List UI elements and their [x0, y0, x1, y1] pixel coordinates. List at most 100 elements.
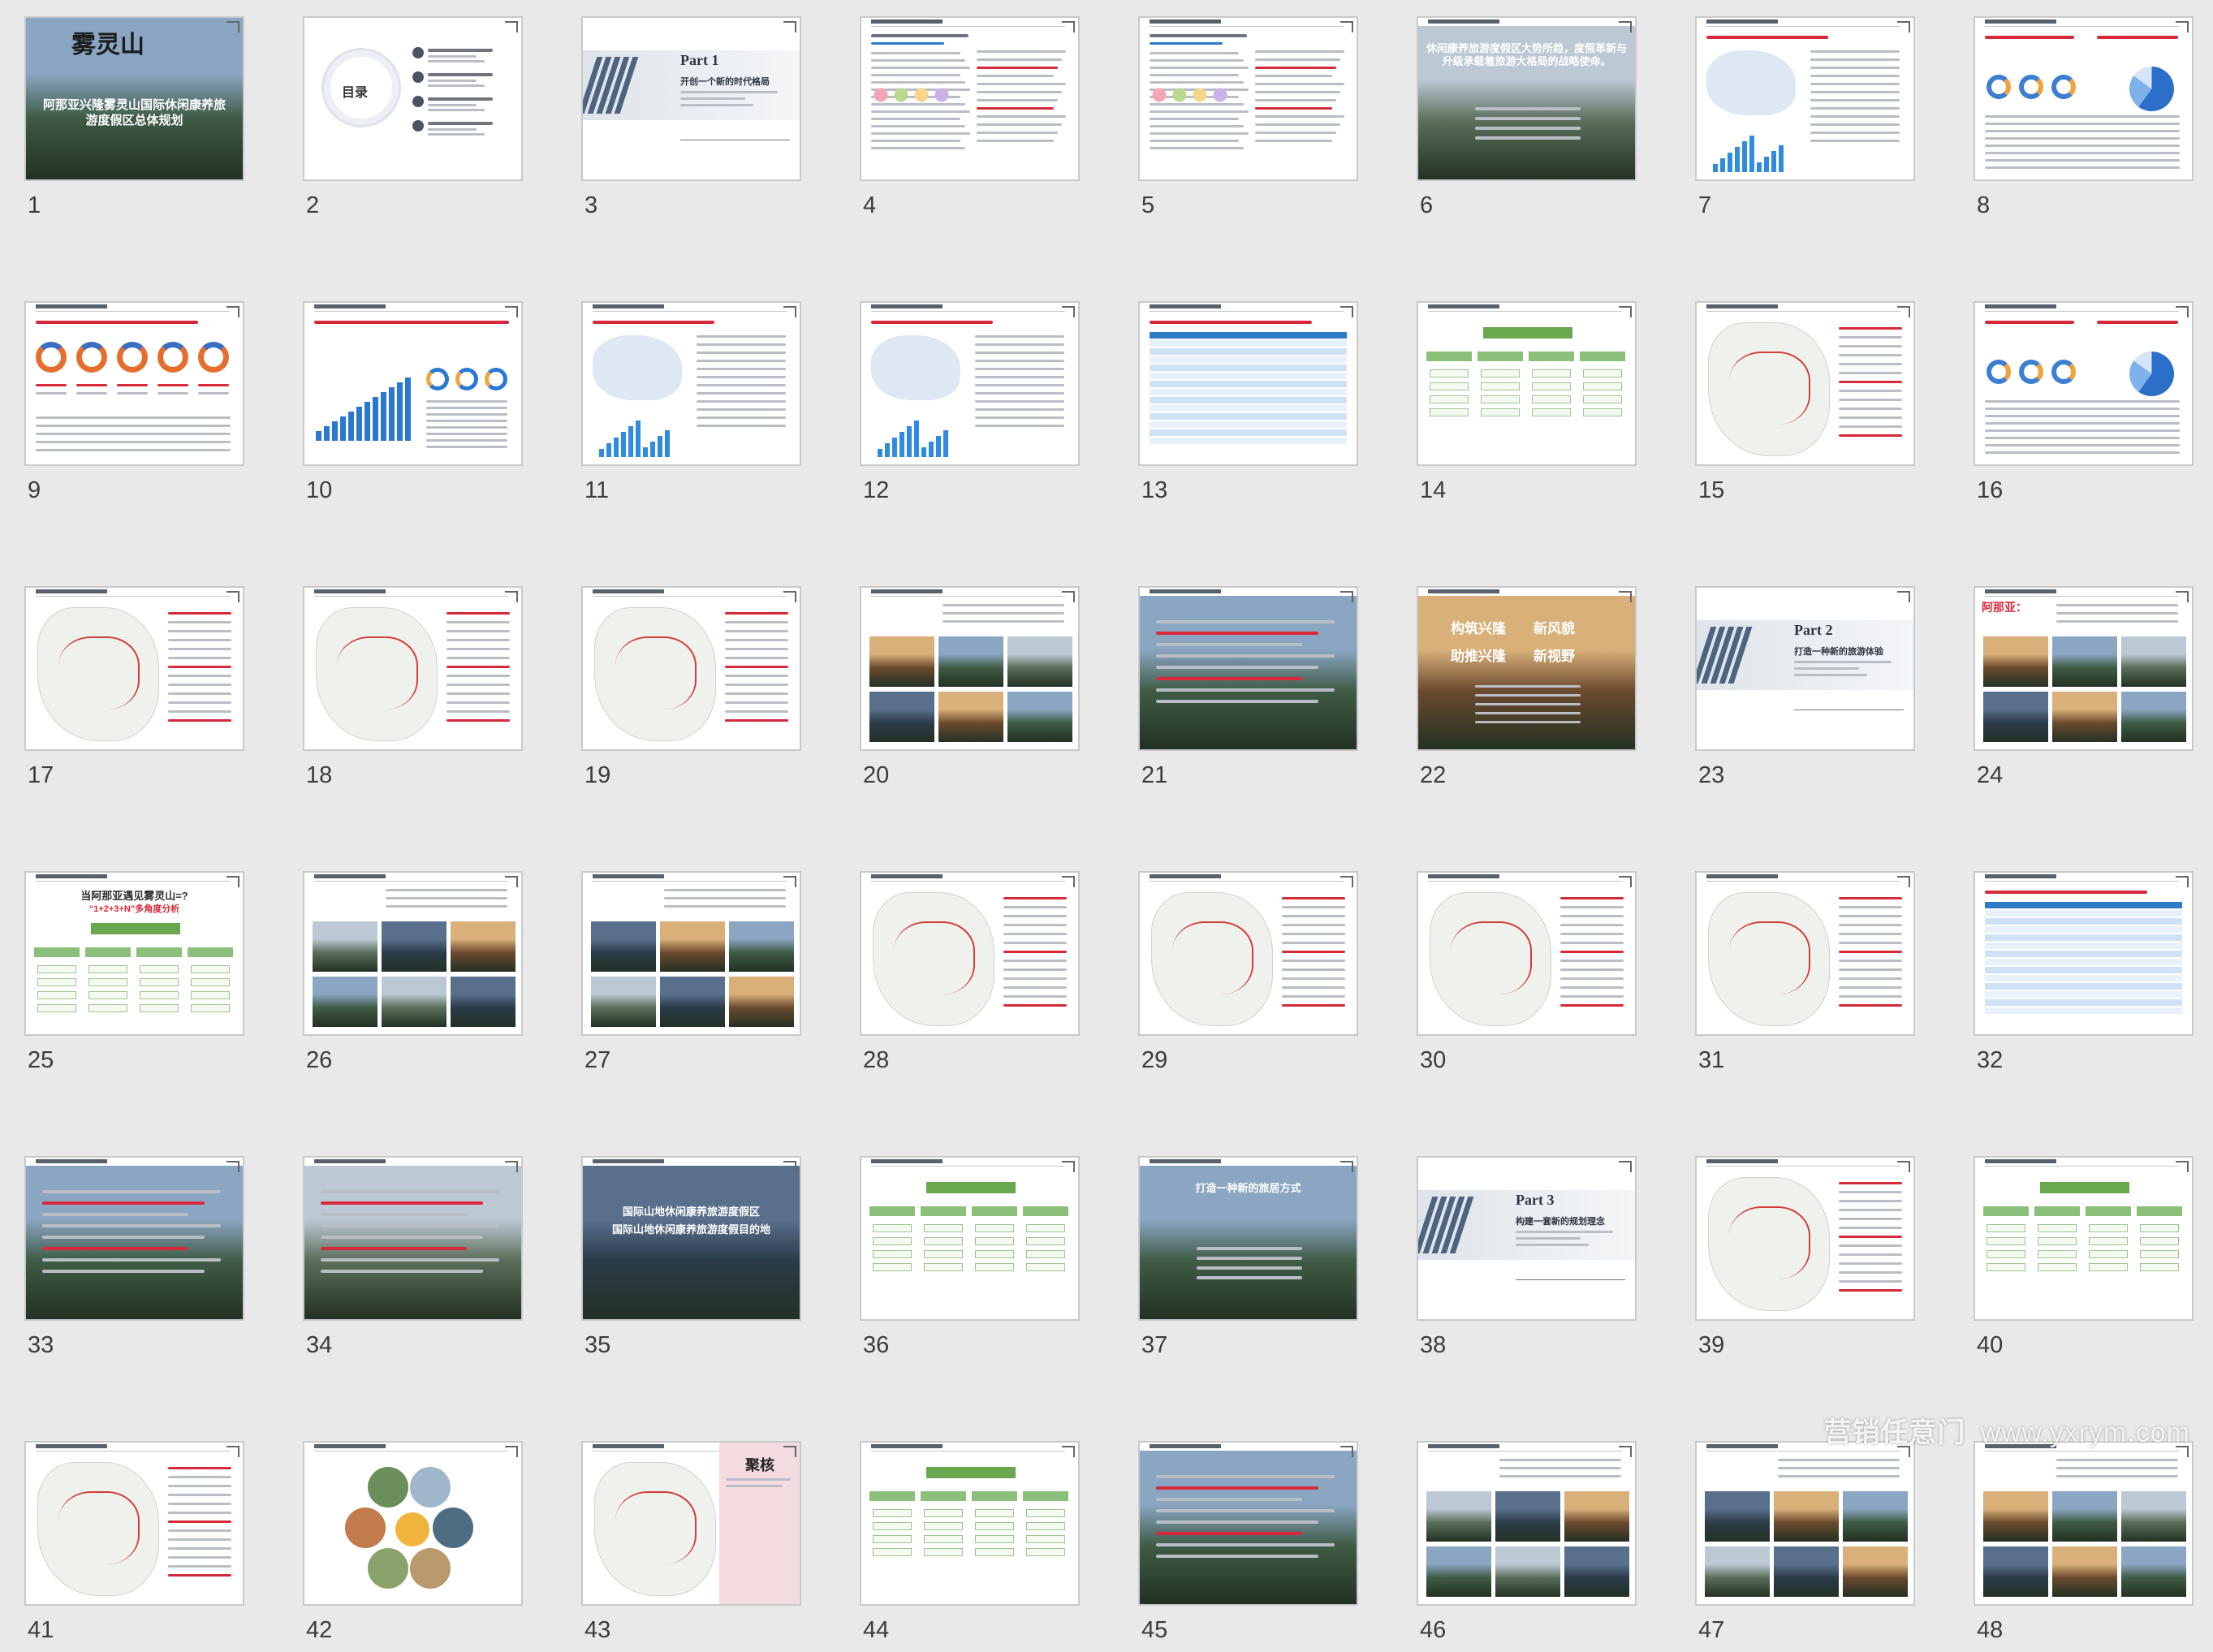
slide-thumbnail[interactable]: 休闲康养旅游度假区大势所趋，度假革新与升级承载着旅游大格局的战略使命。6	[1417, 16, 1640, 227]
slide-thumbnail[interactable]: 41	[24, 1441, 248, 1652]
slide-preview[interactable]	[1974, 871, 2194, 1036]
text-line	[76, 384, 107, 386]
slide-preview[interactable]	[1695, 301, 1915, 466]
slide-thumbnail[interactable]: 雾灵山阿那亚兴隆雾灵山国际休闲康养旅游度假区总体规划1	[24, 16, 248, 227]
slide-preview[interactable]: 打造一种新的旅居方式	[1138, 1156, 1358, 1321]
slide-thumbnail[interactable]: 36	[860, 1156, 1083, 1367]
slide-thumbnail[interactable]: Part 1开创一个新的时代格局3	[581, 16, 805, 227]
slide-preview[interactable]	[1695, 1156, 1915, 1321]
slide-preview[interactable]	[303, 871, 523, 1036]
slide-preview[interactable]: 阿那亚：	[1974, 586, 2194, 751]
slide-thumbnail[interactable]: 21	[1138, 586, 1361, 797]
slide-preview[interactable]	[1695, 16, 1915, 181]
slide-thumbnail[interactable]: 48	[1974, 1441, 2197, 1652]
slide-preview[interactable]	[1974, 16, 2194, 181]
slide-thumbnail[interactable]: 聚核43	[581, 1441, 805, 1652]
slide-thumbnail[interactable]: 39	[1695, 1156, 1918, 1367]
slide-preview[interactable]	[1417, 871, 1637, 1036]
slide-thumbnail[interactable]: 4	[860, 16, 1083, 227]
slide-preview[interactable]	[303, 586, 523, 751]
slide-thumbnail[interactable]: 30	[1417, 871, 1640, 1082]
text-line	[1516, 1231, 1613, 1233]
slide-preview[interactable]	[1138, 1441, 1358, 1606]
slide-thumbnail[interactable]: Part 3构建一套新的规划理念38	[1417, 1156, 1640, 1367]
slide-preview[interactable]: 雾灵山阿那亚兴隆雾灵山国际休闲康养旅游度假区总体规划	[24, 16, 244, 181]
slide-preview[interactable]	[24, 586, 244, 751]
slide-thumbnail[interactable]: 17	[24, 586, 248, 797]
slide-preview[interactable]	[24, 1441, 244, 1606]
slide-thumbnail[interactable]: 32	[1974, 871, 2197, 1082]
slide-preview[interactable]	[860, 1156, 1080, 1321]
slide-preview[interactable]	[1138, 301, 1358, 466]
slide-thumbnail[interactable]: 20	[860, 586, 1083, 797]
slide-preview[interactable]	[860, 871, 1080, 1036]
slide-thumbnail[interactable]: 当阿那亚遇见雾灵山=?“1+2+3+N”多角度分析25	[24, 871, 248, 1082]
slide-thumbnail[interactable]: 12	[860, 301, 1083, 512]
slide-thumbnail[interactable]: 阿那亚：24	[1974, 586, 2197, 797]
slide-preview[interactable]: 构筑兴隆新风貌助推兴隆新视野	[1417, 586, 1637, 751]
slide-preview[interactable]	[860, 16, 1080, 181]
slide-thumbnail[interactable]: 45	[1138, 1441, 1361, 1652]
slide-preview[interactable]	[24, 301, 244, 466]
slide-thumbnail[interactable]: 10	[303, 301, 526, 512]
slide-thumbnail[interactable]: 28	[860, 871, 1083, 1082]
slide-preview[interactable]	[303, 1441, 523, 1606]
slide-thumbnail[interactable]: 13	[1138, 301, 1361, 512]
slide-preview[interactable]: 聚核	[581, 1441, 801, 1606]
slide-thumbnail[interactable]: 5	[1138, 16, 1361, 227]
slide-preview[interactable]: Part 3构建一套新的规划理念	[1417, 1156, 1637, 1321]
slide-thumbnail[interactable]: 8	[1974, 16, 2197, 227]
slide-preview[interactable]	[1417, 301, 1637, 466]
slide-preview[interactable]: 休闲康养旅游度假区大势所趋，度假革新与升级承载着旅游大格局的战略使命。	[1417, 16, 1637, 181]
slide-thumbnail[interactable]: 16	[1974, 301, 2197, 512]
slide-preview[interactable]	[24, 1156, 244, 1321]
slide-thumbnail[interactable]: 国际山地休闲康养旅游度假区国际山地休闲康养旅游度假目的地35	[581, 1156, 805, 1367]
slide-preview[interactable]	[1974, 1441, 2194, 1606]
slide-thumbnail[interactable]: 目录2	[303, 16, 526, 227]
slide-preview[interactable]: 当阿那亚遇见雾灵山=?“1+2+3+N”多角度分析	[24, 871, 244, 1036]
slide-thumbnail[interactable]: 44	[860, 1441, 1083, 1652]
slide-thumbnail[interactable]: 11	[581, 301, 805, 512]
slide-preview[interactable]	[1138, 16, 1358, 181]
slide-thumbnail[interactable]: 29	[1138, 871, 1361, 1082]
slide-preview[interactable]: 目录	[303, 16, 523, 181]
slide-thumbnail[interactable]: 14	[1417, 301, 1640, 512]
slide-thumbnail[interactable]: 33	[24, 1156, 248, 1367]
slide-preview[interactable]	[860, 301, 1080, 466]
slide-thumbnail[interactable]: 40	[1974, 1156, 2197, 1367]
diagram-hub	[926, 1467, 1016, 1478]
slide-thumbnail[interactable]: 18	[303, 586, 526, 797]
slide-preview[interactable]	[1417, 1441, 1637, 1606]
slide-preview[interactable]	[860, 1441, 1080, 1606]
slide-preview[interactable]	[1974, 1156, 2194, 1321]
slide-thumbnail[interactable]: 26	[303, 871, 526, 1082]
slide-preview[interactable]: Part 1开创一个新的时代格局	[581, 16, 801, 181]
slide-preview[interactable]	[581, 301, 801, 466]
slide-thumbnail[interactable]: 构筑兴隆新风貌助推兴隆新视野22	[1417, 586, 1640, 797]
slide-preview[interactable]	[1695, 871, 1915, 1036]
slide-thumbnail[interactable]: 打造一种新的旅居方式37	[1138, 1156, 1361, 1367]
slide-preview[interactable]	[1138, 586, 1358, 751]
slide-thumbnail[interactable]: 47	[1695, 1441, 1918, 1652]
slide-thumbnail[interactable]: 19	[581, 586, 805, 797]
slide-preview[interactable]	[303, 1156, 523, 1321]
slide-thumbnail[interactable]: 46	[1417, 1441, 1640, 1652]
slide-thumbnail[interactable]: 27	[581, 871, 805, 1082]
slide-thumbnail[interactable]: 31	[1695, 871, 1918, 1082]
slide-thumbnail[interactable]: 34	[303, 1156, 526, 1367]
slide-preview[interactable]	[581, 586, 801, 751]
header-rule	[1985, 596, 2179, 597]
slide-thumbnail[interactable]: 9	[24, 301, 248, 512]
slide-preview[interactable]: Part 2打造一种新的旅游体验	[1695, 586, 1915, 751]
slide-preview[interactable]	[1974, 301, 2194, 466]
slide-thumbnail[interactable]: 7	[1695, 16, 1918, 227]
slide-preview[interactable]	[860, 586, 1080, 751]
slide-thumbnail[interactable]: 15	[1695, 301, 1918, 512]
slide-thumbnail[interactable]: 42	[303, 1441, 526, 1652]
slide-preview[interactable]	[1695, 1441, 1915, 1606]
slide-preview[interactable]	[581, 871, 801, 1036]
slide-preview[interactable]	[303, 301, 523, 466]
slide-preview[interactable]	[1138, 871, 1358, 1036]
slide-thumbnail[interactable]: Part 2打造一种新的旅游体验23	[1695, 586, 1918, 797]
slide-preview[interactable]: 国际山地休闲康养旅游度假区国际山地休闲康养旅游度假目的地	[581, 1156, 801, 1321]
